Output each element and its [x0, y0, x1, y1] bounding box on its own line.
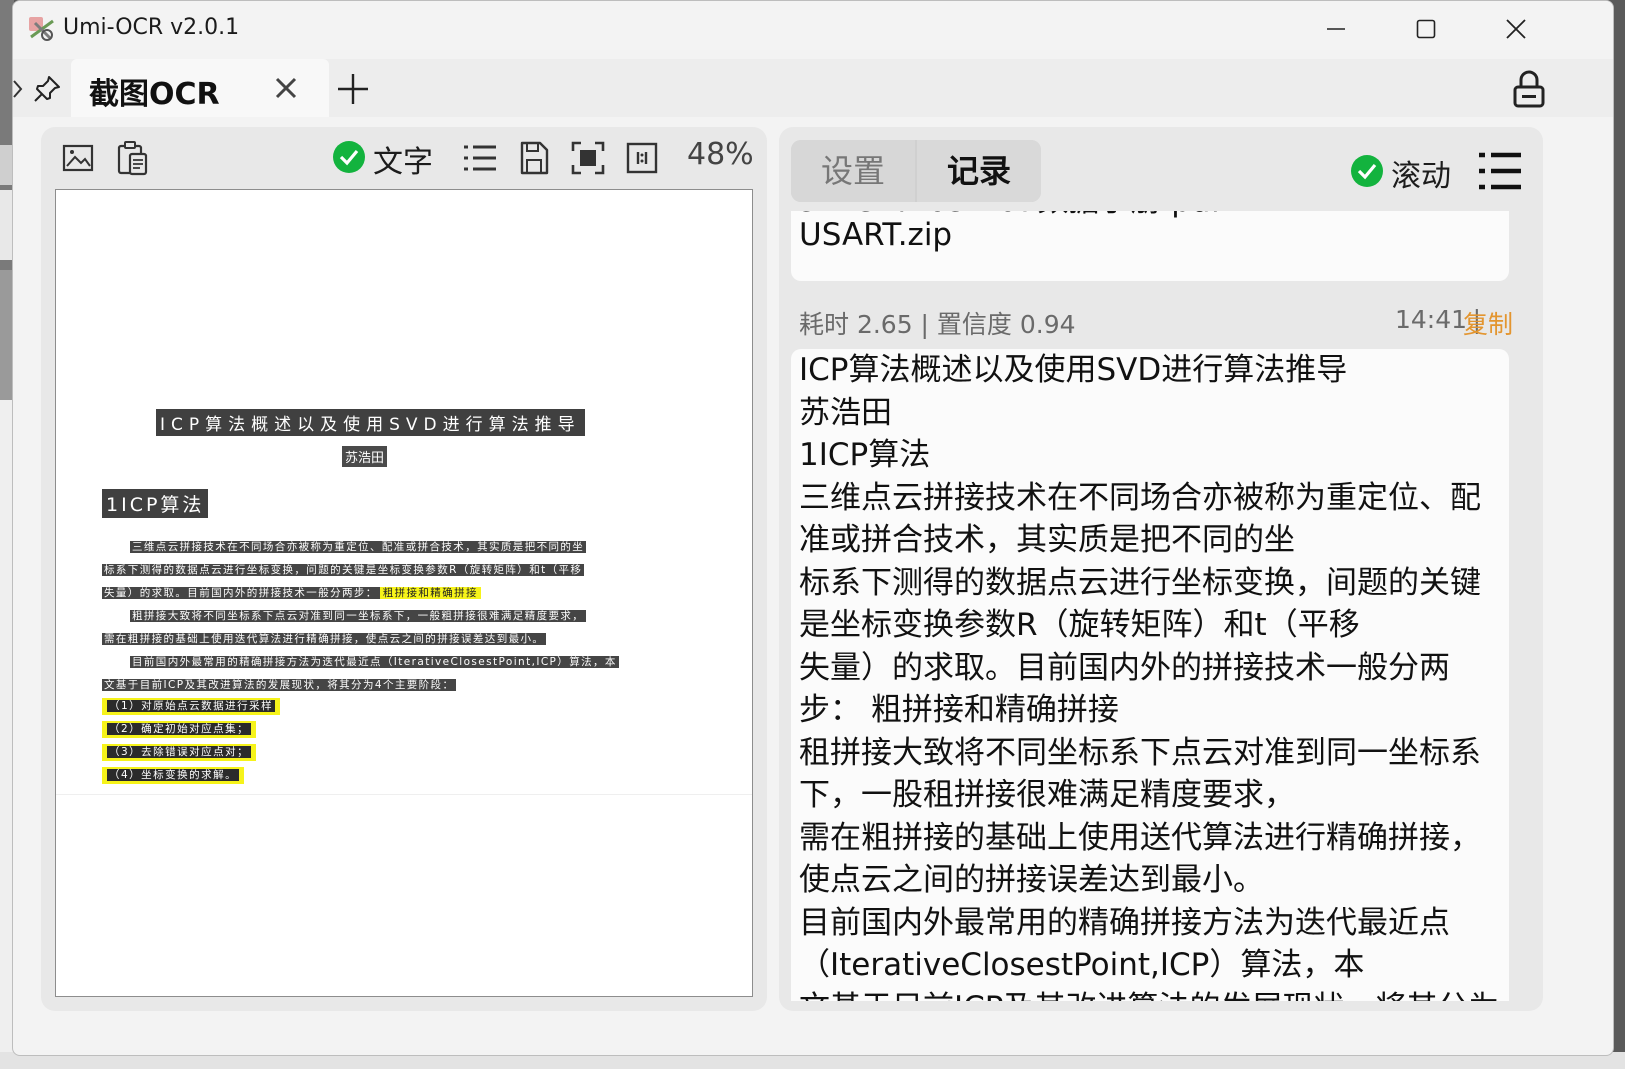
tab-records[interactable]: 记录 [917, 140, 1041, 202]
doc-list-item: （1）对原始点云数据进行采样 [102, 698, 281, 715]
preview-toolbar: 文字 48% [41, 127, 767, 189]
results-panel: 设置 记录 滚动 stm32f405-407数据手册.pdf USART.zip… [779, 127, 1543, 1011]
doc-line: 目前国内外最常用的精确拼接方法为迭代最近点（IterativeClosestPo… [130, 656, 619, 668]
doc-list-item: （3）去除错误对应点对； [102, 744, 257, 761]
close-icon [1506, 19, 1526, 39]
doc-title: ICP算法概述以及使用SVD进行算法推导 [156, 409, 585, 436]
minimize-button[interactable] [1313, 9, 1359, 49]
record-text-line[interactable]: USART.zip [799, 217, 952, 253]
record-meta: 耗时 2.65 | 置信度 0.94 [799, 310, 1076, 339]
screenshot-preview[interactable]: ICP算法概述以及使用SVD进行算法推导 苏浩田 1ICP算法 三维点云拼接技术… [55, 189, 753, 997]
maximize-button[interactable] [1403, 9, 1449, 49]
image-preview-panel: 文字 48% ICP算法概述以及使用SVD进行算法推导 苏浩田 1ICP算法 三… [41, 127, 767, 1011]
lock-icon[interactable] [1511, 69, 1547, 109]
doc-list-item: （2）确定初始对应点集； [102, 721, 257, 738]
zoom-level: 48% [687, 137, 754, 172]
preview-empty-area [56, 794, 752, 996]
app-logo-icon [27, 15, 57, 43]
record-time: 14:41 [1394, 305, 1467, 334]
window-title: Umi-OCR v2.0.1 [63, 15, 240, 40]
record-card: stm32f405-407数据手册.pdf USART.zip [791, 211, 1509, 281]
tab-close-button[interactable] [269, 71, 303, 105]
save-icon[interactable] [515, 139, 553, 177]
record-text[interactable]: ICP算法概述以及使用SVD进行算法推导 苏浩田 1ICP算法 三维点云拼接技术… [799, 349, 1499, 1001]
doc-line: 文基于目前ICP及其改进算法的发展现状，将其分为4个主要阶段： [102, 679, 457, 691]
record-card: ICP算法概述以及使用SVD进行算法推导 苏浩田 1ICP算法 三维点云拼接技术… [791, 349, 1509, 1001]
tab-label: 截图OCR [89, 77, 220, 112]
doc-highlight: 粗拼接和精确拼接 [379, 587, 481, 599]
doc-line: 失量）的求取。目前国内外的拼接技术一般分两步： 粗拼接和精确拼接 [102, 586, 481, 601]
records-list[interactable]: stm32f405-407数据手册.pdf USART.zip 耗时 2.65 … [791, 211, 1513, 1001]
tab-screenshot-ocr[interactable]: 截图OCR [71, 59, 329, 117]
doc-line: 需在粗拼接的基础上使用迭代算法进行精确拼接，使点云之间的拼接误差达到最小。 [102, 633, 547, 645]
menu-icon[interactable] [1477, 151, 1523, 191]
auto-scroll-label[interactable]: 滚动 [1391, 151, 1451, 195]
text-overlay-checkbox[interactable] [333, 141, 365, 173]
doc-author: 苏浩田 [342, 446, 388, 467]
copy-button[interactable]: 复制 [1463, 305, 1513, 341]
plus-icon [338, 74, 368, 104]
tab-bar: 截图OCR [13, 59, 1613, 117]
check-icon [1357, 163, 1377, 180]
actual-size-icon[interactable] [623, 139, 661, 177]
chevron-right-icon[interactable] [13, 77, 25, 101]
check-icon [339, 149, 359, 166]
panel-tab-switch: 设置 记录 [791, 140, 1041, 202]
minimize-icon [1327, 28, 1345, 30]
doc-list-item: （4）坐标变换的求解。 [102, 767, 245, 784]
doc-line: 粗拼接大致将不同坐标系下点云对准到同一坐标系下，一般粗拼接很难满足精度要求， [130, 610, 587, 622]
app-window: Umi-OCR v2.0.1 截图OCR 文字 48% ICP算法概述以及使用S… [12, 0, 1614, 1056]
tab-settings[interactable]: 设置 [791, 140, 915, 202]
auto-scroll-checkbox[interactable] [1351, 155, 1383, 187]
add-tab-button[interactable] [335, 71, 371, 107]
maximize-icon [1416, 19, 1436, 39]
fit-screen-icon[interactable] [569, 139, 607, 177]
close-icon [275, 77, 297, 99]
pin-icon[interactable] [31, 73, 63, 105]
close-window-button[interactable] [1493, 9, 1539, 49]
image-icon[interactable] [59, 139, 97, 177]
title-bar[interactable]: Umi-OCR v2.0.1 [13, 1, 1613, 59]
doc-section-heading: 1ICP算法 [102, 489, 209, 518]
list-icon[interactable] [461, 139, 499, 177]
text-overlay-label[interactable]: 文字 [373, 137, 433, 181]
doc-line: 三维点云拼接技术在不同场合亦被称为重定位、配准或拼合技术，其实质是把不同的坐 [130, 541, 587, 553]
clipboard-icon[interactable] [113, 139, 151, 177]
doc-line: 标系下测得的数据点云进行坐标变换，问题的关键是坐标变换参数R（旋转矩阵）和t（平… [102, 564, 585, 576]
